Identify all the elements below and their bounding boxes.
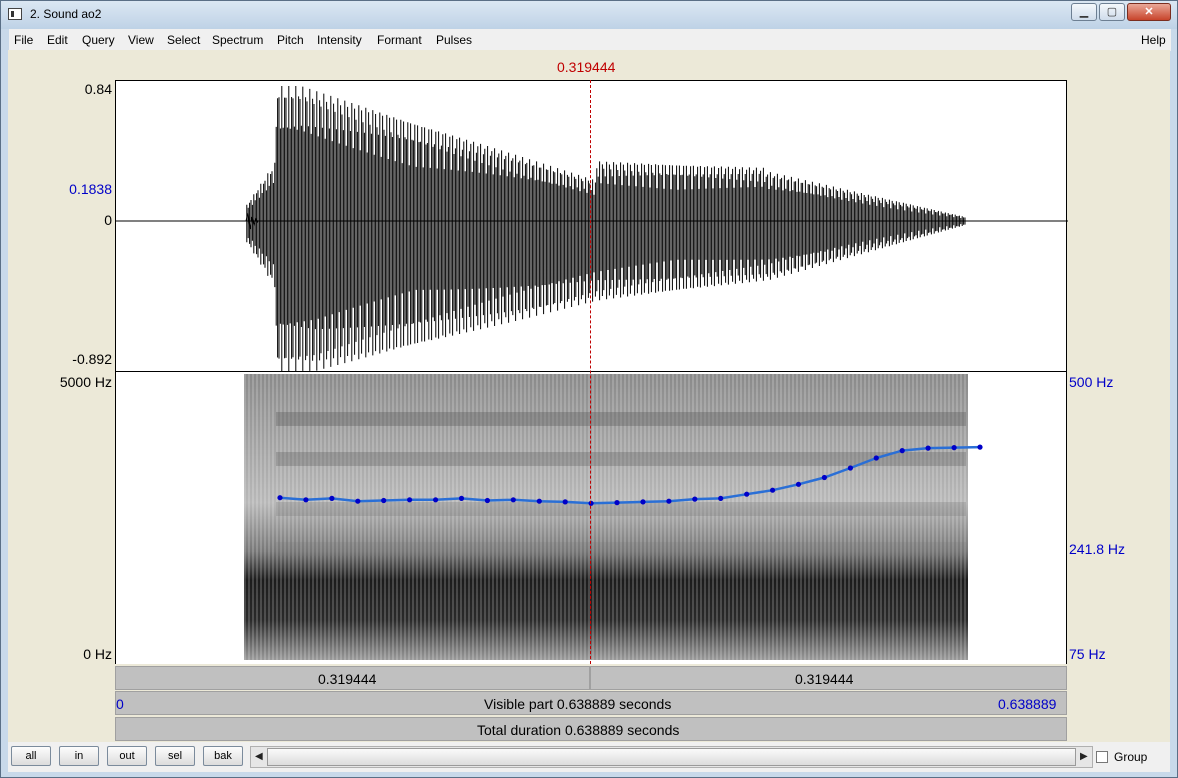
total-duration-label: Total duration 0.638889 seconds [477, 722, 680, 738]
zoom-back-button[interactable]: bak [203, 746, 243, 766]
pitch-point [795, 481, 802, 487]
cursor-line [590, 80, 591, 664]
pitch-point [692, 496, 698, 502]
time-segment-right-label: 0.319444 [795, 671, 854, 687]
menu-edit[interactable]: Edit [47, 33, 68, 47]
pitch-point [614, 500, 620, 506]
pitch-point [433, 497, 439, 503]
minimize-button[interactable]: ▁ [1071, 3, 1097, 21]
window-title: 2. Sound ao2 [30, 7, 102, 21]
group-checkbox[interactable] [1096, 751, 1108, 763]
waveform-y-min: -0.892 [72, 351, 112, 367]
total-duration-bar[interactable]: Total duration 0.638889 seconds [115, 717, 1067, 741]
pitch-point [951, 445, 957, 451]
menu-file[interactable]: File [14, 33, 33, 47]
menu-pulses[interactable]: Pulses [436, 33, 472, 47]
time-segment-left-label: 0.319444 [318, 671, 377, 687]
time-scrollbar[interactable]: ◀ ▶ [250, 746, 1093, 768]
title-bar[interactable]: 2. Sound ao2 ▁ ▢ ✕ [1, 1, 1177, 29]
spectrogram-freq-bottom: 0 Hz [83, 646, 112, 662]
pitch-point [277, 495, 283, 501]
time-segment-left[interactable]: 0.319444 [115, 666, 590, 690]
waveform-trace [246, 86, 966, 371]
pitch-point [977, 444, 983, 450]
pitch-point [666, 498, 672, 504]
spectrogram-band-0 [276, 412, 966, 426]
pitch-point [847, 465, 854, 471]
scroll-left-arrow-icon[interactable]: ◀ [255, 751, 263, 762]
scrollbar-thumb[interactable] [267, 748, 1076, 766]
pitch-point [873, 455, 879, 461]
menu-view[interactable]: View [128, 33, 154, 47]
waveform-y-mark: 0.1838 [69, 181, 112, 197]
pitch-point [303, 497, 309, 503]
pitch-axis-bottom: 75 Hz [1069, 646, 1106, 662]
spectrogram-band-2 [276, 502, 966, 516]
pitch-point [744, 491, 750, 497]
scroll-right-arrow-icon[interactable]: ▶ [1080, 751, 1088, 762]
menu-intensity[interactable]: Intensity [317, 33, 362, 47]
pitch-point [381, 497, 387, 504]
visible-part-bar[interactable]: Visible part 0.638889 seconds [115, 691, 1067, 715]
menu-help[interactable]: Help [1141, 33, 1166, 47]
spectrogram-panel[interactable] [115, 372, 1067, 664]
waveform-panel[interactable] [115, 80, 1068, 372]
zoom-all-button[interactable]: all [11, 746, 51, 766]
menu-query[interactable]: Query [82, 33, 115, 47]
menu-formant[interactable]: Formant [377, 33, 422, 47]
menu-pitch[interactable]: Pitch [277, 33, 304, 47]
close-button[interactable]: ✕ [1127, 3, 1171, 21]
menu-bar: File Edit Query View Select Spectrum Pit… [9, 29, 1171, 51]
cursor-time-label: 0.319444 [557, 59, 616, 75]
pitch-axis-mid: 241.8 Hz [1069, 541, 1126, 557]
zoom-in-button[interactable]: in [59, 746, 99, 766]
spectrogram-freq-top: 5000 Hz [59, 374, 112, 390]
zoom-out-button[interactable]: out [107, 746, 147, 766]
window-icon [8, 8, 22, 20]
pitch-point [329, 495, 335, 501]
bottom-toolbar: all in out sel bak ◀ ▶ Group [8, 742, 1170, 772]
visible-start-label: 0 [116, 696, 124, 712]
pitch-point [925, 445, 931, 451]
zoom-sel-button[interactable]: sel [155, 746, 195, 766]
pitch-point [770, 487, 776, 493]
spectrogram-band-3 [276, 542, 966, 556]
pitch-point [718, 495, 724, 501]
waveform-y-zero: 0 [104, 212, 112, 228]
pitch-point [899, 448, 905, 454]
pitch-point [536, 498, 542, 504]
visible-end-label: 0.638889 [998, 696, 1057, 712]
pitch-point [407, 497, 413, 503]
maximize-button[interactable]: ▢ [1099, 3, 1125, 21]
pitch-point [640, 499, 646, 505]
menu-spectrum[interactable]: Spectrum [212, 33, 263, 47]
pitch-point [510, 497, 516, 503]
waveform-plot [116, 86, 1068, 371]
waveform-y-max: 0.84 [84, 81, 112, 97]
pitch-point [355, 498, 361, 504]
pitch-axis-top: 500 Hz [1069, 374, 1114, 390]
group-label: Group [1114, 750, 1148, 764]
pitch-point [458, 495, 465, 501]
pitch-point [484, 497, 490, 504]
time-segment-right[interactable]: 0.319444 [590, 666, 1067, 690]
spectrogram-plot [244, 374, 983, 660]
pitch-point [821, 474, 828, 481]
pitch-point [562, 499, 568, 505]
menu-select[interactable]: Select [167, 33, 200, 47]
visible-part-label: Visible part 0.638889 seconds [484, 696, 672, 712]
